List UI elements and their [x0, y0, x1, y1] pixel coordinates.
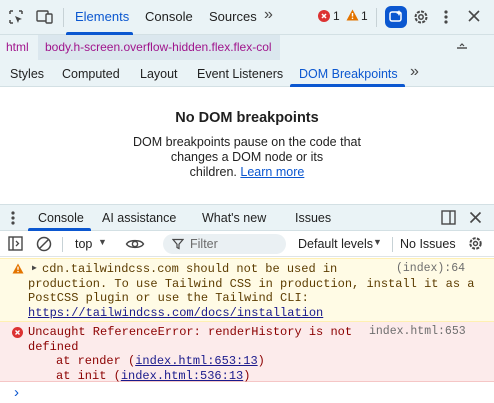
error-source-link[interactable]: index.html:653	[369, 325, 466, 340]
warning-text-line3: PostCSS plugin or use the Tailwind CLI:	[28, 291, 309, 305]
devtools-main-toolbar: Elements Console Sources » 1 1	[0, 0, 494, 35]
tab-elements[interactable]: Elements	[75, 9, 129, 24]
toolbar-divider	[62, 237, 63, 252]
stack-frame-render: at render (index.html:653:13)	[56, 354, 265, 369]
settings-gear-icon[interactable]	[412, 8, 430, 26]
close-drawer-icon[interactable]	[469, 211, 482, 224]
error-text-line1: Uncaught ReferenceError: renderHistory i…	[28, 325, 353, 339]
prompt-chevron-icon: ›	[14, 384, 19, 401]
more-tabs-chevron-icon[interactable]: »	[264, 6, 273, 24]
breadcrumb-item-html[interactable]: html	[6, 40, 29, 54]
sidebar-toggle-icon[interactable]	[8, 236, 23, 251]
drawer-tab-whats-new[interactable]: What's new	[202, 211, 266, 225]
breadcrumb: html body.h-screen.overflow-hidden.flex.…	[0, 35, 494, 60]
drawer-tab-console[interactable]: Console	[38, 211, 84, 225]
subtab-layout[interactable]: Layout	[140, 67, 178, 81]
error-count[interactable]: 1	[333, 9, 340, 23]
issues-count-button[interactable]: No Issues	[400, 237, 456, 251]
filter-input[interactable]: Filter	[163, 234, 286, 254]
warning-source-link[interactable]: (index):64	[396, 262, 465, 277]
stack-frame-link-render[interactable]: index.html:653:13	[135, 354, 257, 368]
error-icon	[12, 327, 23, 338]
expand-triangle-icon[interactable]: ▶	[32, 262, 37, 277]
stack-frame-suffix: )	[257, 354, 265, 368]
log-levels-value: Default levels	[298, 237, 374, 251]
stack-frame-init: at init (index.html:536:13)	[56, 369, 250, 384]
warning-text-line2: production. To use Tailwind CSS in produ…	[28, 276, 475, 291]
breadcrumb-item-body[interactable]: body.h-screen.overflow-hidden.flex.flex-…	[45, 40, 272, 54]
ai-assistant-icon[interactable]	[385, 6, 407, 28]
learn-more-link[interactable]: Learn more	[240, 165, 304, 179]
inspect-element-icon[interactable]	[8, 9, 24, 25]
device-toolbar-icon[interactable]	[36, 9, 54, 25]
subtab-computed[interactable]: Computed	[62, 67, 120, 81]
drawer-tab-issues[interactable]: Issues	[295, 211, 331, 225]
stack-frame-prefix: at render (	[56, 354, 136, 368]
drawer-tab-ai-assistance[interactable]: AI assistance	[102, 211, 176, 225]
warning-text-line1: cdn.tailwindcss.com should not be used i…	[42, 262, 338, 276]
stack-frame-link-init[interactable]: index.html:536:13	[121, 369, 243, 383]
chevron-down-icon: ▼	[373, 237, 382, 247]
chevron-down-icon: ▼	[98, 237, 107, 247]
subtab-event-listeners[interactable]: Event Listeners	[197, 67, 283, 81]
error-icon[interactable]	[318, 10, 330, 22]
empty-state-text-line3: children. Learn more	[0, 165, 494, 179]
toolbar-divider	[392, 237, 393, 252]
console-prompt[interactable]: ›	[0, 382, 494, 403]
subtab-styles[interactable]: Styles	[10, 67, 44, 81]
more-subtabs-chevron-icon[interactable]: »	[410, 63, 419, 81]
breadcrumb-scroll-icon[interactable]	[455, 38, 469, 56]
error-text-line2: defined	[28, 339, 79, 354]
subtab-dom-breakpoints[interactable]: DOM Breakpoints	[299, 67, 398, 81]
empty-state-text-line1: DOM breakpoints pause on the code that	[133, 135, 361, 149]
dom-breakpoints-pane: No DOM breakpoints DOM breakpoints pause…	[0, 87, 494, 204]
log-levels-dropdown[interactable]: Default levels ▼	[295, 234, 387, 254]
empty-state-text-line3-text: children.	[189, 165, 237, 179]
filter-funnel-icon	[171, 238, 185, 250]
filter-placeholder: Filter	[190, 237, 218, 251]
clear-console-icon[interactable]	[36, 236, 52, 252]
warning-count[interactable]: 1	[361, 9, 368, 23]
console-warning-message: ▶ cdn.tailwindcss.com should not be used…	[0, 258, 494, 322]
console-toolbar: top ▼ Filter Default levels ▼ No Issues	[0, 231, 494, 257]
stack-frame-suffix: )	[243, 368, 251, 383]
drawer-menu-kebab-icon[interactable]	[10, 210, 16, 226]
empty-state-text-line2: changes a DOM node or its	[170, 150, 324, 164]
warning-icon[interactable]	[346, 9, 359, 21]
live-expression-eye-icon[interactable]	[125, 236, 145, 252]
context-selector[interactable]: top ▼	[68, 234, 113, 254]
empty-state-title: No DOM breakpoints	[175, 110, 319, 126]
drawer-tabs: Console AI assistance What's new Issues	[0, 204, 494, 231]
tailwind-docs-link[interactable]: https://tailwindcss.com/docs/installatio…	[28, 306, 323, 321]
more-options-kebab-icon[interactable]	[443, 9, 449, 25]
close-devtools-icon[interactable]	[467, 9, 481, 23]
toolbar-divider	[63, 8, 64, 27]
context-selector-value: top	[75, 237, 93, 251]
elements-sidebar-tabs: Styles Computed Layout Event Listeners D…	[0, 60, 494, 87]
dock-side-icon[interactable]	[441, 210, 456, 225]
warning-icon	[12, 263, 24, 274]
toolbar-divider	[376, 8, 377, 27]
console-settings-gear-icon[interactable]	[467, 235, 484, 252]
stack-frame-prefix: at init (	[56, 368, 121, 383]
tab-sources[interactable]: Sources	[209, 9, 257, 24]
console-error-message: Uncaught ReferenceError: renderHistory i…	[0, 322, 494, 384]
tab-console[interactable]: Console	[145, 9, 193, 24]
